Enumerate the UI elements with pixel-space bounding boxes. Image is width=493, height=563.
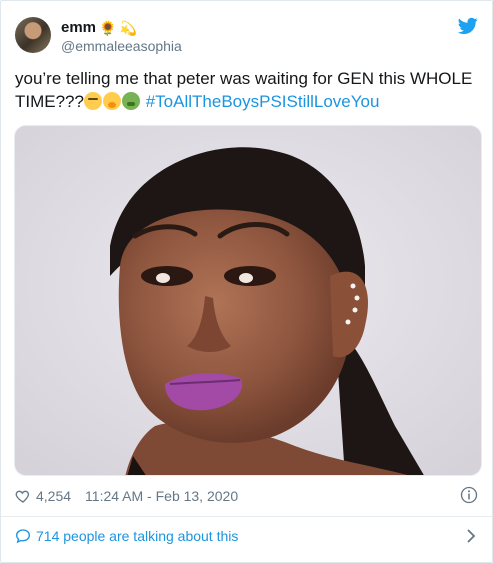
tweet-embed-card: emm 🌻 💫 @emmaleeasophia you’re telling m… [0, 0, 493, 563]
tweet-text: you’re telling me that peter was waiting… [15, 67, 474, 113]
divider [1, 516, 492, 517]
tweet-header: emm 🌻 💫 @emmaleeasophia [13, 13, 478, 57]
tweet-timestamp[interactable]: 11:24 AM - Feb 13, 2020 [85, 488, 238, 504]
dizzy-emoji: 💫 [119, 19, 137, 36]
speech-bubble-icon [15, 529, 31, 544]
display-name-text[interactable]: emm [61, 18, 96, 37]
info-icon[interactable] [460, 486, 478, 504]
conversation-link[interactable]: 714 people are talking about this [15, 525, 478, 547]
chevron-right-icon[interactable] [466, 529, 476, 543]
twitter-logo-icon[interactable] [458, 17, 478, 35]
heart-icon[interactable] [15, 488, 31, 504]
conversation-count-text[interactable]: 714 people are talking about this [36, 528, 238, 544]
rolling-eyes-emoji [83, 92, 102, 110]
sunflower-emoji: 🌻 [99, 19, 117, 36]
avatar[interactable] [15, 17, 51, 53]
shushing-face-emoji [102, 92, 121, 110]
tweet-media-image[interactable] [14, 125, 482, 476]
author-block[interactable]: emm 🌻 💫 @emmaleeasophia [61, 18, 182, 55]
nauseated-face-emoji [121, 92, 140, 110]
media-photo-illustration [15, 126, 481, 475]
display-name[interactable]: emm 🌻 💫 [61, 18, 137, 37]
hashtag-link[interactable]: #ToAllTheBoysPSIStillLoveYou [146, 92, 380, 111]
like-count[interactable]: 4,254 [36, 488, 71, 504]
tweet-meta-row: 4,254 11:24 AM - Feb 13, 2020 [15, 485, 478, 507]
user-handle[interactable]: @emmaleeasophia [61, 37, 182, 55]
